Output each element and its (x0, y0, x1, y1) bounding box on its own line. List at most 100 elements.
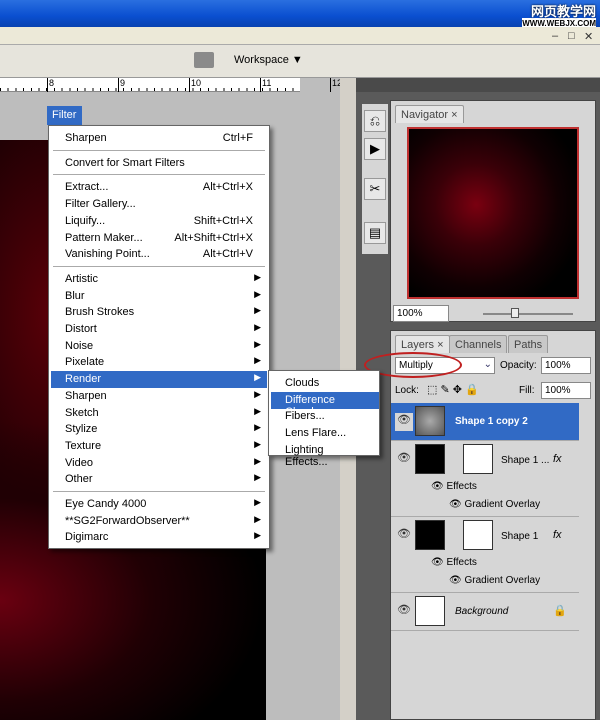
effect-label: Gradient Overlay (464, 575, 541, 586)
menu-item-label: Sketch (65, 406, 99, 419)
menu-item[interactable]: Lens Flare... (271, 425, 379, 442)
menu-item-label: Digimarc (65, 531, 109, 544)
actions-icon[interactable]: ▶ (364, 138, 386, 160)
tab-layers[interactable]: Layers × (395, 335, 450, 353)
menu-item[interactable]: Stylize ▶ (51, 421, 267, 438)
eye-icon[interactable]: 👁 (395, 451, 413, 469)
ruler-tick: 10 (189, 78, 201, 92)
effects-row[interactable]: 👁 Effects (431, 557, 477, 568)
layer-name: Shape 1 ... (501, 455, 550, 466)
menu-item-label: Filter Gallery... (65, 198, 136, 211)
dock-header[interactable] (356, 78, 600, 92)
zoom-slider[interactable] (483, 313, 573, 315)
menu-item-label: Artistic (65, 272, 98, 285)
layers-panel: Layers × Channels Paths Multiply ⌄ Opacit… (390, 330, 596, 720)
menu-item[interactable]: Other ▶ (51, 471, 267, 488)
menu-item[interactable]: Eye Candy 4000 ▶ (51, 496, 267, 513)
menu-item[interactable]: Pattern Maker... Alt+Shift+Ctrl+X (51, 230, 267, 247)
title-bar (0, 0, 600, 27)
menu-item[interactable]: Brush Strokes ▶ (51, 304, 267, 321)
fx-icon[interactable]: fx (553, 529, 562, 541)
fx-icon[interactable]: fx (553, 453, 562, 465)
menu-item[interactable]: Render ▶ (51, 371, 267, 389)
menu-item[interactable]: Sharpen ▶ (51, 388, 267, 405)
menu-item[interactable]: Sharpen Ctrl+F (51, 130, 267, 147)
menu-item[interactable]: Artistic ▶ (51, 271, 267, 288)
effect-row[interactable]: 👁 Gradient Overlay (449, 499, 540, 510)
close-button[interactable]: ✕ (584, 30, 596, 43)
layer-row[interactable]: 👁 Shape 1 copy 2 (391, 403, 579, 441)
layer-row[interactable]: 👁 Shape 1 fx 👁 Effects 👁 Gradient Overla… (391, 517, 579, 593)
eye-icon[interactable]: 👁 (395, 603, 413, 621)
eye-icon[interactable]: 👁 (395, 527, 413, 545)
lock-icons[interactable]: ⬚ ✎ ✥ 🔒 (427, 383, 479, 396)
tab-channels[interactable]: Channels (449, 335, 508, 353)
menu-item[interactable]: Distort ▶ (51, 321, 267, 338)
menu-item[interactable]: Difference Clouds (271, 391, 379, 418)
chevron-down-icon: ⌄ (483, 359, 492, 370)
layer-row[interactable]: 👁 Shape 1 ... fx 👁 Effects 👁 Gradient Ov… (391, 441, 579, 517)
menu-item[interactable]: Extract... Alt+Ctrl+X (51, 179, 267, 196)
render-submenu: Clouds Difference Clouds Fibers... Lens Fla… (268, 370, 380, 468)
menu-item-label: Pixelate (65, 356, 105, 369)
menu-item[interactable]: Texture ▶ (51, 438, 267, 455)
opacity-field[interactable]: 100% (541, 357, 591, 374)
layer-name: Background (455, 606, 509, 617)
effect-row[interactable]: 👁 Gradient Overlay (449, 575, 540, 586)
layer-row[interactable]: 👁 Background 🔒 (391, 593, 579, 631)
menu-item-label: Texture (65, 439, 102, 452)
menu-item[interactable]: Digimarc ▶ (51, 529, 267, 546)
submenu-arrow-icon: ▶ (254, 455, 261, 466)
tool-presets-icon[interactable]: ✂ (364, 178, 386, 200)
history-icon[interactable]: ⎌ (364, 110, 386, 132)
menu-item-label: Lens Flare... (285, 427, 347, 440)
menu-item-label: Stylize (65, 423, 98, 436)
navigator-preview[interactable] (407, 127, 579, 299)
submenu-arrow-icon: ▶ (254, 422, 261, 433)
menu-item-label: Lighting Effects... (285, 443, 328, 468)
menu-item[interactable]: Filter Gallery... (51, 196, 267, 213)
submenu-arrow-icon: ▶ (254, 438, 261, 449)
menu-item-label: Extract... (65, 181, 109, 194)
menu-filter[interactable]: Filter (47, 106, 82, 125)
bridge-icon[interactable] (194, 52, 214, 68)
layer-name: Shape 1 (501, 531, 539, 542)
menu-item-label: Distort (65, 323, 97, 335)
menu-separator (53, 265, 265, 267)
mask-thumbnail (463, 520, 493, 550)
horizontal-ruler (0, 78, 300, 92)
zoom-slider-handle[interactable] (511, 308, 519, 318)
submenu-arrow-icon: ▶ (254, 288, 261, 299)
submenu-arrow-icon: ▶ (254, 271, 261, 282)
effects-row[interactable]: 👁 Effects (431, 481, 477, 492)
workspace-button[interactable]: Workspace ▼ (234, 54, 303, 66)
fill-field[interactable]: 100% (541, 382, 591, 399)
menu-item[interactable]: Fibers... (271, 408, 379, 425)
menu-item[interactable]: Clouds (271, 375, 379, 392)
restore-button[interactable]: □ (568, 30, 580, 42)
effects-label: Effects (446, 557, 477, 568)
navigator-zoom-field[interactable]: 100% (393, 305, 449, 322)
menu-shortcut: Shift+Ctrl+X (193, 214, 253, 227)
eye-icon[interactable]: 👁 (395, 413, 413, 431)
tab-paths[interactable]: Paths (508, 335, 549, 353)
minimize-button[interactable]: – (552, 30, 564, 42)
tab-navigator[interactable]: Navigator × (395, 105, 464, 123)
menu-item-label: Liquify... (65, 214, 106, 227)
menu-item[interactable]: Convert for Smart Filters (51, 155, 267, 172)
menu-item[interactable]: Sketch ▶ (51, 405, 267, 422)
menu-item[interactable]: Pixelate ▶ (51, 354, 267, 371)
ruler-tick: 8 (47, 78, 54, 92)
menu-item[interactable]: Video ▶ (51, 455, 267, 472)
filter-menu: Sharpen Ctrl+F Convert for Smart Filters Ex… (48, 125, 270, 549)
menu-item[interactable]: Liquify... Shift+Ctrl+X (51, 213, 267, 230)
lock-icon: 🔒 (553, 605, 567, 617)
layer-comps-icon[interactable]: ▤ (364, 222, 386, 244)
menu-item[interactable]: Lighting Effects... (271, 442, 379, 468)
menu-item[interactable]: Blur ▶ (51, 288, 267, 305)
menu-item[interactable]: Vanishing Point... Alt+Ctrl+V (51, 246, 267, 263)
menu-item[interactable]: Noise ▶ (51, 338, 267, 355)
menu-item[interactable]: **SG2ForwardObserver** ▶ (51, 513, 267, 530)
menu-shortcut: Alt+Ctrl+X (202, 181, 253, 194)
ruler-tick: 9 (118, 78, 125, 92)
